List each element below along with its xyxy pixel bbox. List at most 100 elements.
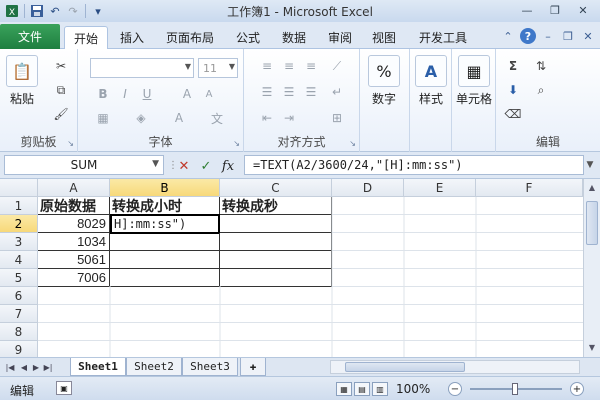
orientation-icon[interactable]: ⟋ bbox=[328, 57, 346, 75]
tab-view[interactable]: 视图 bbox=[364, 26, 404, 49]
decrease-indent-icon[interactable]: ⇤ bbox=[258, 109, 276, 127]
clear-icon[interactable]: ⌫ bbox=[504, 105, 522, 123]
find-select-icon[interactable]: ⌕ bbox=[532, 81, 550, 99]
column-header-a[interactable]: A bbox=[38, 179, 110, 197]
macro-record-icon[interactable]: ▣ bbox=[56, 381, 72, 395]
align-center-icon[interactable]: ☰ bbox=[280, 83, 298, 101]
paste-button[interactable]: 📋 粘贴 bbox=[6, 55, 38, 107]
align-left-icon[interactable]: ☰ bbox=[258, 83, 276, 101]
minimize-ribbon-icon[interactable]: ⌃ bbox=[500, 28, 516, 44]
row-header-1[interactable]: 1 bbox=[0, 197, 38, 215]
row-header-3[interactable]: 3 bbox=[0, 233, 38, 251]
zoom-out-button[interactable]: − bbox=[448, 382, 462, 396]
sheet-tab-2[interactable]: Sheet2 bbox=[126, 358, 182, 376]
scroll-up-icon[interactable]: ▲ bbox=[586, 181, 598, 193]
row-header-4[interactable]: 4 bbox=[0, 251, 38, 269]
formula-input[interactable]: =TEXT(A2/3600/24,"[H]:mm:ss") bbox=[244, 155, 584, 175]
last-sheet-icon[interactable]: ▶| bbox=[42, 360, 54, 374]
vertical-scroll-thumb[interactable] bbox=[586, 201, 598, 245]
phonetic-icon[interactable]: 文 bbox=[208, 109, 226, 127]
help-icon[interactable]: ? bbox=[520, 28, 536, 44]
italic-icon[interactable]: I bbox=[116, 85, 134, 103]
save-icon[interactable] bbox=[29, 3, 45, 19]
align-right-icon[interactable]: ☰ bbox=[302, 83, 320, 101]
zoom-slider-thumb[interactable] bbox=[512, 383, 518, 395]
horizontal-scroll-thumb[interactable] bbox=[345, 362, 465, 372]
first-sheet-icon[interactable]: |◀ bbox=[4, 360, 16, 374]
workbook-close-icon[interactable]: ✕ bbox=[580, 28, 596, 44]
font-name-combo[interactable]: ▼ bbox=[90, 58, 194, 78]
grow-font-icon[interactable]: A bbox=[178, 85, 196, 103]
select-all-corner[interactable] bbox=[0, 179, 38, 197]
restore-icon[interactable]: ❐ bbox=[542, 2, 568, 18]
column-header-f[interactable]: F bbox=[476, 179, 583, 197]
workbook-restore-icon[interactable]: ❐ bbox=[560, 28, 576, 44]
copy-icon[interactable]: ⧉ bbox=[52, 81, 70, 99]
align-bottom-icon[interactable]: ≡ bbox=[302, 57, 320, 75]
confirm-entry-icon[interactable]: ✓ bbox=[198, 157, 214, 175]
name-box[interactable]: SUM ▼ bbox=[4, 155, 164, 175]
autosum-icon[interactable]: Σ bbox=[504, 57, 522, 75]
row-header-5[interactable]: 5 bbox=[0, 269, 38, 287]
fill-icon[interactable]: ⬇ bbox=[504, 81, 522, 99]
cells-button[interactable]: ▦ 单元格 bbox=[456, 55, 492, 107]
column-header-e[interactable]: E bbox=[404, 179, 476, 197]
styles-button[interactable]: A 样式 bbox=[415, 55, 447, 107]
underline-icon[interactable]: U bbox=[138, 85, 156, 103]
undo-icon[interactable]: ↶ bbox=[47, 3, 63, 19]
wrap-text-icon[interactable]: ↵ bbox=[328, 83, 346, 101]
column-header-d[interactable]: D bbox=[332, 179, 404, 197]
zoom-level[interactable]: 100% bbox=[396, 382, 430, 396]
number-format-button[interactable]: % 数字 bbox=[368, 55, 400, 107]
tab-formulas[interactable]: 公式 bbox=[228, 26, 268, 49]
insert-sheet-icon[interactable]: ✚ bbox=[240, 358, 266, 376]
customize-toolbar-icon[interactable]: ▾ bbox=[90, 3, 106, 19]
merge-center-icon[interactable]: ⊞ bbox=[328, 109, 346, 127]
font-color-icon[interactable]: A bbox=[170, 109, 188, 127]
insert-function-button[interactable]: fx bbox=[218, 157, 238, 175]
excel-logo-icon[interactable]: X bbox=[4, 3, 20, 19]
column-header-b[interactable]: B bbox=[110, 179, 220, 197]
dialog-launcher-icon[interactable]: ↘ bbox=[233, 139, 240, 148]
row-header-2[interactable]: 2 bbox=[0, 215, 38, 233]
prev-sheet-icon[interactable]: ◀ bbox=[18, 360, 30, 374]
zoom-in-button[interactable]: + bbox=[570, 382, 584, 396]
tab-data[interactable]: 数据 bbox=[274, 26, 314, 49]
tab-review[interactable]: 审阅 bbox=[320, 26, 360, 49]
redo-icon[interactable]: ↷ bbox=[65, 3, 81, 19]
tab-developer[interactable]: 开发工具 bbox=[410, 26, 476, 49]
bold-icon[interactable]: B bbox=[94, 85, 112, 103]
dialog-launcher-icon[interactable]: ↘ bbox=[349, 139, 356, 148]
row-header-6[interactable]: 6 bbox=[0, 287, 38, 305]
row-header-7[interactable]: 7 bbox=[0, 305, 38, 323]
font-size-combo[interactable]: 11 ▼ bbox=[198, 58, 238, 78]
row-header-8[interactable]: 8 bbox=[0, 323, 38, 341]
page-break-view-icon[interactable]: ▥ bbox=[372, 382, 388, 396]
column-header-c[interactable]: C bbox=[220, 179, 332, 197]
tab-home[interactable]: 开始 bbox=[64, 26, 108, 49]
close-icon[interactable]: ✕ bbox=[570, 2, 596, 18]
sort-filter-icon[interactable]: ⇅ bbox=[532, 57, 550, 75]
shrink-font-icon[interactable]: A bbox=[200, 85, 218, 103]
cut-icon[interactable]: ✂ bbox=[52, 57, 70, 75]
tab-page-layout[interactable]: 页面布局 bbox=[158, 26, 222, 49]
normal-view-icon[interactable]: ▦ bbox=[336, 382, 352, 396]
dialog-launcher-icon[interactable]: ↘ bbox=[67, 139, 74, 148]
cancel-entry-icon[interactable]: ✕ bbox=[176, 157, 192, 175]
fill-color-icon[interactable]: ◈ bbox=[132, 109, 150, 127]
scroll-down-icon[interactable]: ▼ bbox=[586, 341, 598, 353]
tab-insert[interactable]: 插入 bbox=[112, 26, 152, 49]
align-top-icon[interactable]: ≡ bbox=[258, 57, 276, 75]
sheet-tab-1[interactable]: Sheet1 bbox=[70, 358, 126, 376]
expand-formula-bar-icon[interactable]: ▼ bbox=[583, 156, 597, 174]
align-middle-icon[interactable]: ≡ bbox=[280, 57, 298, 75]
next-sheet-icon[interactable]: ▶ bbox=[30, 360, 42, 374]
tab-file[interactable]: 文件 bbox=[0, 24, 60, 49]
minimize-icon[interactable]: — bbox=[514, 2, 540, 18]
vertical-scrollbar[interactable]: ▲ ▼ bbox=[583, 179, 600, 357]
row-header-9[interactable]: 9 bbox=[0, 341, 38, 357]
borders-icon[interactable]: ▦ bbox=[94, 109, 112, 127]
page-layout-view-icon[interactable]: ▤ bbox=[354, 382, 370, 396]
format-painter-icon[interactable]: 🖌 bbox=[52, 105, 70, 123]
increase-indent-icon[interactable]: ⇥ bbox=[280, 109, 298, 127]
